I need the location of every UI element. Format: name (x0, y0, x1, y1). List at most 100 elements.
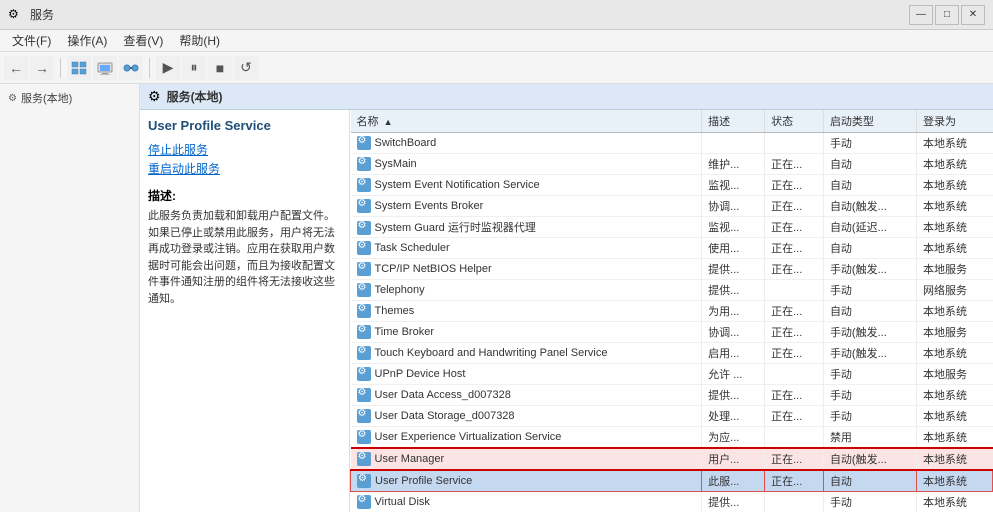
table-row[interactable]: User Profile Service此服...正在...自动本地系统 (351, 470, 993, 492)
service-startup-cell: 手动(触发... (823, 259, 916, 280)
service-icon (357, 241, 371, 255)
menu-bar: 文件(F)操作(A)查看(V)帮助(H) (0, 30, 993, 52)
table-row[interactable]: Time Broker协调...正在...手动(触发...本地服务 (351, 322, 993, 343)
table-row[interactable]: Themes为用...正在...自动本地系统 (351, 301, 993, 322)
service-logon-cell: 本地系统 (917, 470, 993, 492)
local-computer-button[interactable] (93, 56, 117, 80)
col-header-status[interactable]: 状态 (765, 110, 824, 133)
sidebar-item-local[interactable]: ⚙ 服务(本地) (4, 88, 135, 108)
service-icon (357, 430, 371, 444)
back-button[interactable]: ← (4, 56, 28, 80)
service-name-cell: UPnP Device Host (351, 364, 702, 385)
service-logon-cell: 本地系统 (917, 301, 993, 322)
service-startup-cell: 手动 (823, 385, 916, 406)
table-row[interactable]: User Experience Virtualization Service为应… (351, 427, 993, 449)
service-icon (357, 199, 371, 213)
service-logon-cell: 本地系统 (917, 175, 993, 196)
minimize-button[interactable]: — (909, 5, 933, 25)
connect-button[interactable] (119, 56, 143, 80)
service-desc-cell: 启用... (702, 343, 765, 364)
table-row[interactable]: Task Scheduler使用...正在...自动本地系统 (351, 238, 993, 259)
panel-header-title: 服务(本地) (167, 88, 223, 105)
service-icon (357, 367, 371, 381)
service-startup-cell: 手动 (823, 364, 916, 385)
pause-button[interactable]: ⏸ (182, 56, 206, 80)
table-row[interactable]: Touch Keyboard and Handwriting Panel Ser… (351, 343, 993, 364)
service-icon (357, 409, 371, 423)
service-status-cell: 正在... (765, 238, 824, 259)
service-status-cell: 正在... (765, 448, 824, 470)
table-row[interactable]: User Data Storage_d007328处理...正在...手动本地系… (351, 406, 993, 427)
service-startup-cell: 手动 (823, 406, 916, 427)
panel-header-icon: ⚙ (148, 88, 161, 105)
service-list-panel[interactable]: 名称 ▲ 描述 状态 启动类型 登录为 SwitchBoard手动本地系统Sys… (350, 110, 993, 512)
show-all-button[interactable] (67, 56, 91, 80)
table-row[interactable]: UPnP Device Host允许 ...手动本地服务 (351, 364, 993, 385)
service-detail: User Profile Service 停止此服务 重启动此服务 描述: 此服… (140, 110, 350, 512)
title-bar-title: 服务 (30, 6, 54, 23)
service-status-cell: 正在... (765, 154, 824, 175)
forward-button[interactable]: → (30, 56, 54, 80)
panel-header: ⚙ 服务(本地) (140, 84, 993, 110)
toolbar-separator-1 (60, 58, 61, 78)
service-icon (357, 221, 371, 235)
service-name-cell: System Guard 运行时监视器代理 (351, 217, 702, 238)
service-desc-cell: 允许 ... (702, 364, 765, 385)
maximize-button[interactable]: □ (935, 5, 959, 25)
table-row[interactable]: System Events Broker协调...正在...自动(触发...本地… (351, 196, 993, 217)
close-button[interactable]: ✕ (961, 5, 985, 25)
stop-button[interactable]: ■ (208, 56, 232, 80)
col-header-startup[interactable]: 启动类型 (823, 110, 916, 133)
service-description: 此服务负责加载和卸载用户配置文件。如果已停止或禁用此服务，用户将无法再成功登录或… (148, 208, 341, 307)
service-status-cell (765, 364, 824, 385)
local-services-icon: ⚙ (8, 93, 17, 104)
service-startup-cell: 自动 (823, 175, 916, 196)
service-status-cell: 正在... (765, 175, 824, 196)
service-icon (357, 136, 371, 150)
service-status-cell: 正在... (765, 196, 824, 217)
table-row[interactable]: User Data Access_d007328提供...正在...手动本地系统 (351, 385, 993, 406)
play-button[interactable]: ▶ (156, 56, 180, 80)
table-row[interactable]: SysMain维护...正在...自动本地系统 (351, 154, 993, 175)
restart-service-link[interactable]: 重启动此服务 (148, 160, 341, 177)
col-header-name[interactable]: 名称 ▲ (351, 110, 702, 133)
service-status-cell: 正在... (765, 301, 824, 322)
service-status-cell: 正在... (765, 259, 824, 280)
service-desc-cell: 监视... (702, 175, 765, 196)
col-header-logon[interactable]: 登录为 (917, 110, 993, 133)
service-logon-cell: 本地系统 (917, 427, 993, 449)
service-desc-cell: 监视... (702, 217, 765, 238)
service-status-cell (765, 280, 824, 301)
service-logon-cell: 网络服务 (917, 280, 993, 301)
table-row[interactable]: SwitchBoard手动本地系统 (351, 133, 993, 154)
service-icon (357, 452, 371, 466)
service-name-cell: SysMain (351, 154, 702, 175)
menu-item-h[interactable]: 帮助(H) (171, 30, 228, 51)
service-icon (357, 495, 371, 509)
menu-item-a[interactable]: 操作(A) (59, 30, 115, 51)
title-bar-left: ⚙ 服务 (8, 6, 54, 23)
restart-button[interactable]: ↺ (234, 56, 258, 80)
service-desc-cell (702, 133, 765, 154)
table-row[interactable]: Telephony提供...手动网络服务 (351, 280, 993, 301)
title-bar-controls: — □ ✕ (909, 5, 985, 25)
service-startup-cell: 手动 (823, 280, 916, 301)
menu-item-f[interactable]: 文件(F) (4, 30, 59, 51)
table-row[interactable]: User Manager用户...正在...自动(触发...本地系统 (351, 448, 993, 470)
right-panel: ⚙ 服务(本地) User Profile Service 停止此服务 重启动此… (140, 84, 993, 512)
menu-item-v[interactable]: 查看(V) (115, 30, 171, 51)
service-logon-cell: 本地系统 (917, 217, 993, 238)
stop-service-link[interactable]: 停止此服务 (148, 141, 341, 158)
table-row[interactable]: Virtual Disk提供...手动本地系统 (351, 492, 993, 512)
col-header-desc[interactable]: 描述 (702, 110, 765, 133)
service-logon-cell: 本地系统 (917, 385, 993, 406)
table-row[interactable]: TCP/IP NetBIOS Helper提供...正在...手动(触发...本… (351, 259, 993, 280)
table-row[interactable]: System Guard 运行时监视器代理监视...正在...自动(延迟...本… (351, 217, 993, 238)
service-logon-cell: 本地系统 (917, 343, 993, 364)
service-desc-cell: 提供... (702, 280, 765, 301)
service-desc-cell: 提供... (702, 259, 765, 280)
toolbar-separator-2 (149, 58, 150, 78)
service-name-cell: System Event Notification Service (351, 175, 702, 196)
table-row[interactable]: System Event Notification Service监视...正在… (351, 175, 993, 196)
app-icon: ⚙ (8, 7, 24, 23)
